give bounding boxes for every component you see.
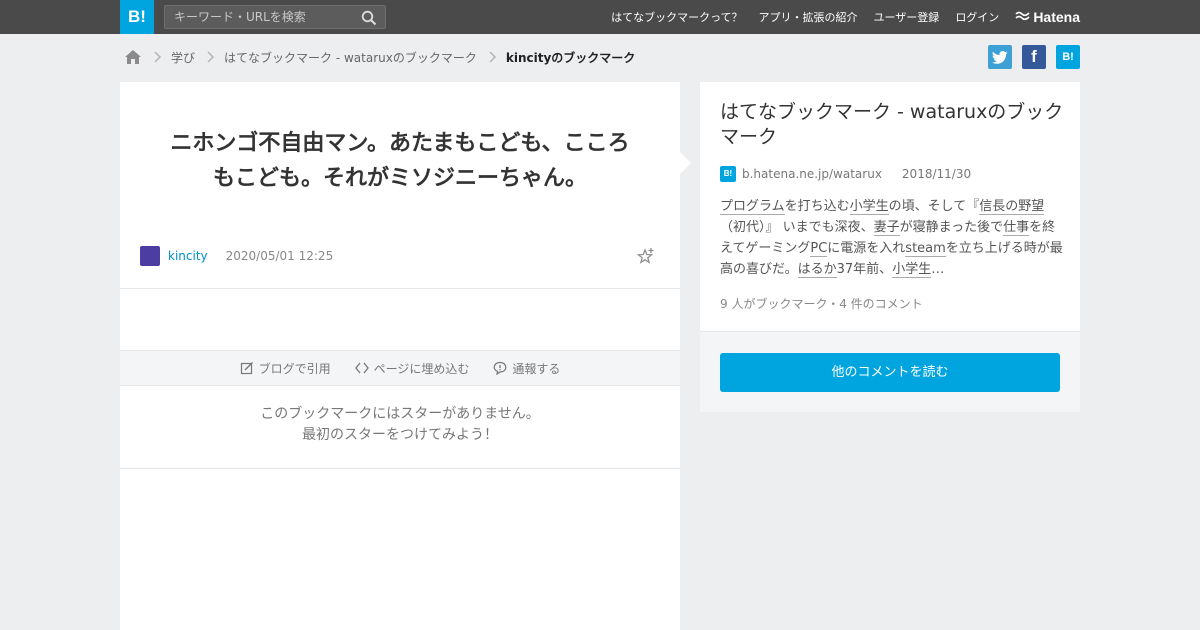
- entry-domain[interactable]: b.hatena.ne.jp/watarux: [742, 167, 882, 181]
- hatena-bookmark-logo[interactable]: B!: [120, 0, 154, 34]
- panel-pointer: [680, 152, 691, 174]
- search-icon[interactable]: [361, 10, 377, 26]
- entry-panel: はてなブックマーク - wataruxのブックマーク B! b.hatena.n…: [700, 82, 1080, 412]
- report-label: 通報する: [512, 361, 561, 376]
- entry-date: 2018/11/30: [901, 167, 972, 181]
- twitter-share-button[interactable]: [988, 45, 1012, 69]
- embed-label: ページに埋め込む: [373, 361, 470, 376]
- entry-title[interactable]: はてなブックマーク - wataruxのブックマーク: [720, 100, 1065, 150]
- breadcrumb: 学び はてなブックマーク - wataruxのブックマーク kincityのブッ…: [124, 47, 635, 67]
- search-input[interactable]: [165, 6, 351, 28]
- no-star-line-2: 最初のスターをつけてみよう！: [302, 427, 498, 443]
- divider: [120, 468, 680, 469]
- facebook-share-button[interactable]: f: [1022, 45, 1046, 69]
- share-buttons: f B!: [978, 45, 1080, 69]
- blog-quote-label: ブログで引用: [258, 361, 331, 376]
- top-nav: はてなブックマークって？ アプリ・拡張の紹介 ユーザー登録 ログイン Haten…: [595, 0, 1080, 34]
- description-text: 37年前、: [836, 262, 893, 277]
- twitter-icon: [992, 50, 1008, 64]
- embed-button[interactable]: ページに埋め込む: [354, 360, 470, 377]
- no-star-line-1: このブックマークにはスターがありません。: [260, 406, 540, 422]
- code-icon: [354, 362, 369, 374]
- facebook-icon: f: [1031, 47, 1037, 66]
- keyword-link[interactable]: 信長の野望: [979, 199, 1045, 215]
- keyword-link[interactable]: 妻子: [873, 220, 900, 236]
- chevron-right-icon: [154, 51, 162, 63]
- bookmark-comment: ニホンゴ不自由マン。あたまもこども、こころもこども。それがミソジニーちゃん。: [170, 131, 630, 191]
- breadcrumb-category[interactable]: 学び: [171, 49, 195, 66]
- nav-login[interactable]: ログイン: [955, 9, 999, 25]
- description-text: を打ち込む: [784, 199, 850, 214]
- top-bar: B! はてなブックマークって？ アプリ・拡張の紹介 ユーザー登録 ログイン Ha…: [0, 0, 1200, 34]
- bookmark-panel: ニホンゴ不自由マン。あたまもこども、こころもこども。それがミソジニーちゃん。 k…: [120, 82, 680, 630]
- chevron-right-icon: [207, 51, 215, 63]
- no-star-message: このブックマークにはスターがありません。 最初のスターをつけてみよう！: [120, 404, 680, 446]
- edit-icon: [240, 362, 253, 375]
- breadcrumb-current: kincityのブックマーク: [505, 50, 636, 65]
- report-button[interactable]: 通報する: [493, 360, 560, 377]
- keyword-link[interactable]: はるか: [797, 262, 837, 278]
- read-more-comments-button[interactable]: 他のコメントを読む: [720, 353, 1060, 392]
- blog-quote-button[interactable]: ブログで引用: [240, 360, 331, 377]
- nav-apps[interactable]: アプリ・拡張の紹介: [759, 9, 858, 25]
- hatena-brand[interactable]: Hatena: [1015, 9, 1080, 25]
- bookmark-user-row: kincity 2020/05/01 12:25: [140, 246, 660, 266]
- keyword-link[interactable]: PC: [810, 241, 828, 257]
- hatena-brand-label: Hatena: [1033, 9, 1080, 25]
- keyword-link[interactable]: 小学生: [849, 199, 889, 215]
- entry-favicon: B!: [720, 166, 736, 182]
- hatena-bookmark-share-button[interactable]: B!: [1056, 45, 1080, 69]
- nav-about[interactable]: はてなブックマークって？: [611, 9, 742, 25]
- search-box: [164, 5, 386, 29]
- divider: [120, 288, 680, 289]
- chevron-right-icon: [489, 51, 496, 63]
- description-text: に電源を入れ: [827, 241, 906, 256]
- description-text: （初代）』 いまでも深夜、: [720, 220, 874, 235]
- keyword-link[interactable]: 小学生: [892, 262, 932, 278]
- hatena-bookmark-icon: B!: [1062, 51, 1074, 63]
- entry-meta: B! b.hatena.ne.jp/watarux 2018/11/30: [720, 165, 971, 183]
- action-bar: ブログで引用 ページに埋め込む 通報する: [120, 350, 680, 386]
- keyword-link[interactable]: steam: [905, 241, 946, 257]
- speech-bubble-icon: [493, 361, 507, 375]
- home-icon[interactable]: [124, 49, 142, 65]
- bookmark-date: 2020/05/01 12:25: [225, 249, 334, 263]
- hatena-logo-icon: [1015, 11, 1030, 21]
- description-text: が寝静まった後で: [899, 220, 1004, 235]
- nav-register[interactable]: ユーザー登録: [874, 9, 940, 25]
- user-name[interactable]: kincity: [168, 249, 208, 263]
- keyword-link[interactable]: 仕事: [1003, 220, 1030, 236]
- description-text: …: [931, 262, 945, 277]
- add-star-icon[interactable]: [637, 247, 655, 265]
- entry-description: プログラムを打ち込む小学生の頃、そして『信長の野望（初代）』 いまでも深夜、妻子…: [720, 196, 1065, 280]
- keyword-link[interactable]: プログラム: [720, 199, 785, 215]
- breadcrumb-entry[interactable]: はてなブックマーク - wataruxのブックマーク: [224, 49, 477, 66]
- avatar[interactable]: [140, 246, 160, 266]
- bookmark-count[interactable]: 9 人がブックマーク・4 件のコメント: [720, 295, 923, 312]
- description-text: の頃、そして『: [888, 199, 980, 214]
- entry-card: はてなブックマーク - wataruxのブックマーク B! b.hatena.n…: [700, 82, 1080, 332]
